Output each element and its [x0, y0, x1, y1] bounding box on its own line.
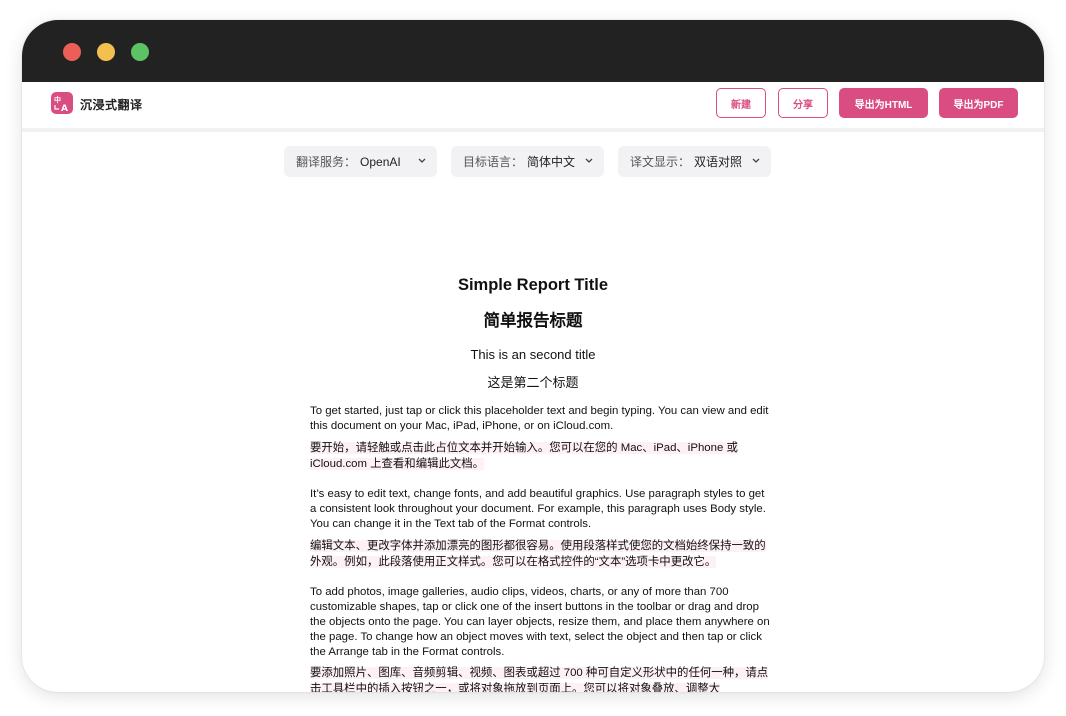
document-view[interactable]: Simple Report Title 简单报告标题 This is an se…: [22, 132, 1044, 692]
share-button[interactable]: 分享: [778, 88, 828, 118]
app-name: 沉浸式翻译: [80, 98, 143, 112]
document-subtitle-translation: 这是第二个标题: [487, 375, 579, 390]
minimize-window-button[interactable]: [97, 43, 115, 61]
svg-text:中: 中: [54, 95, 61, 104]
close-window-button[interactable]: [63, 43, 81, 61]
translation-text: 编辑文本、更改字体并添加漂亮的图形都很容易。使用段落样式使您的文档始终保持一致的…: [310, 540, 766, 568]
export-html-button[interactable]: 导出为HTML: [839, 88, 928, 118]
translation-text: 要开始，请轻触或点击此占位文本并开始输入。您可以在您的 Mac、iPad、iPh…: [310, 442, 738, 470]
export-pdf-button[interactable]: 导出为PDF: [939, 88, 1018, 118]
svg-text:A: A: [61, 104, 68, 114]
document-subtitle: This is an second title: [470, 347, 596, 362]
paragraph-original: To add photos, image galleries, audio cl…: [310, 586, 770, 658]
window-titlebar: [22, 20, 1044, 82]
app-header: 中 A 沉浸式翻译 新建 分享 导出为HTML 导出为PDF: [22, 82, 1044, 128]
document-title-translation: 简单报告标题: [483, 312, 583, 330]
app-window: 中 A 沉浸式翻译 新建 分享 导出为HTML 导出为PDF 翻译服务： Ope…: [22, 20, 1044, 692]
zoom-window-button[interactable]: [131, 43, 149, 61]
app-logo-icon: 中 A: [51, 92, 73, 114]
paragraph-translation: 要开始，请轻触或点击此占位文本并开始输入。您可以在您的 Mac、iPad、iPh…: [310, 440, 772, 472]
paragraph-original: To get started, just tap or click this p…: [310, 405, 769, 432]
paragraph-translation: 编辑文本、更改字体并添加漂亮的图形都很容易。使用段落样式使您的文档始终保持一致的…: [310, 538, 772, 570]
paragraph-translation: 要添加照片、图库、音频剪辑、视频、图表或超过 700 种可自定义形状中的任何一种…: [310, 665, 772, 692]
translation-text: 要添加照片、图库、音频剪辑、视频、图表或超过 700 种可自定义形状中的任何一种…: [310, 667, 769, 692]
new-button[interactable]: 新建: [716, 88, 766, 118]
document-title: Simple Report Title: [457, 276, 609, 294]
paragraph-original: It’s easy to edit text, change fonts, an…: [310, 488, 766, 530]
